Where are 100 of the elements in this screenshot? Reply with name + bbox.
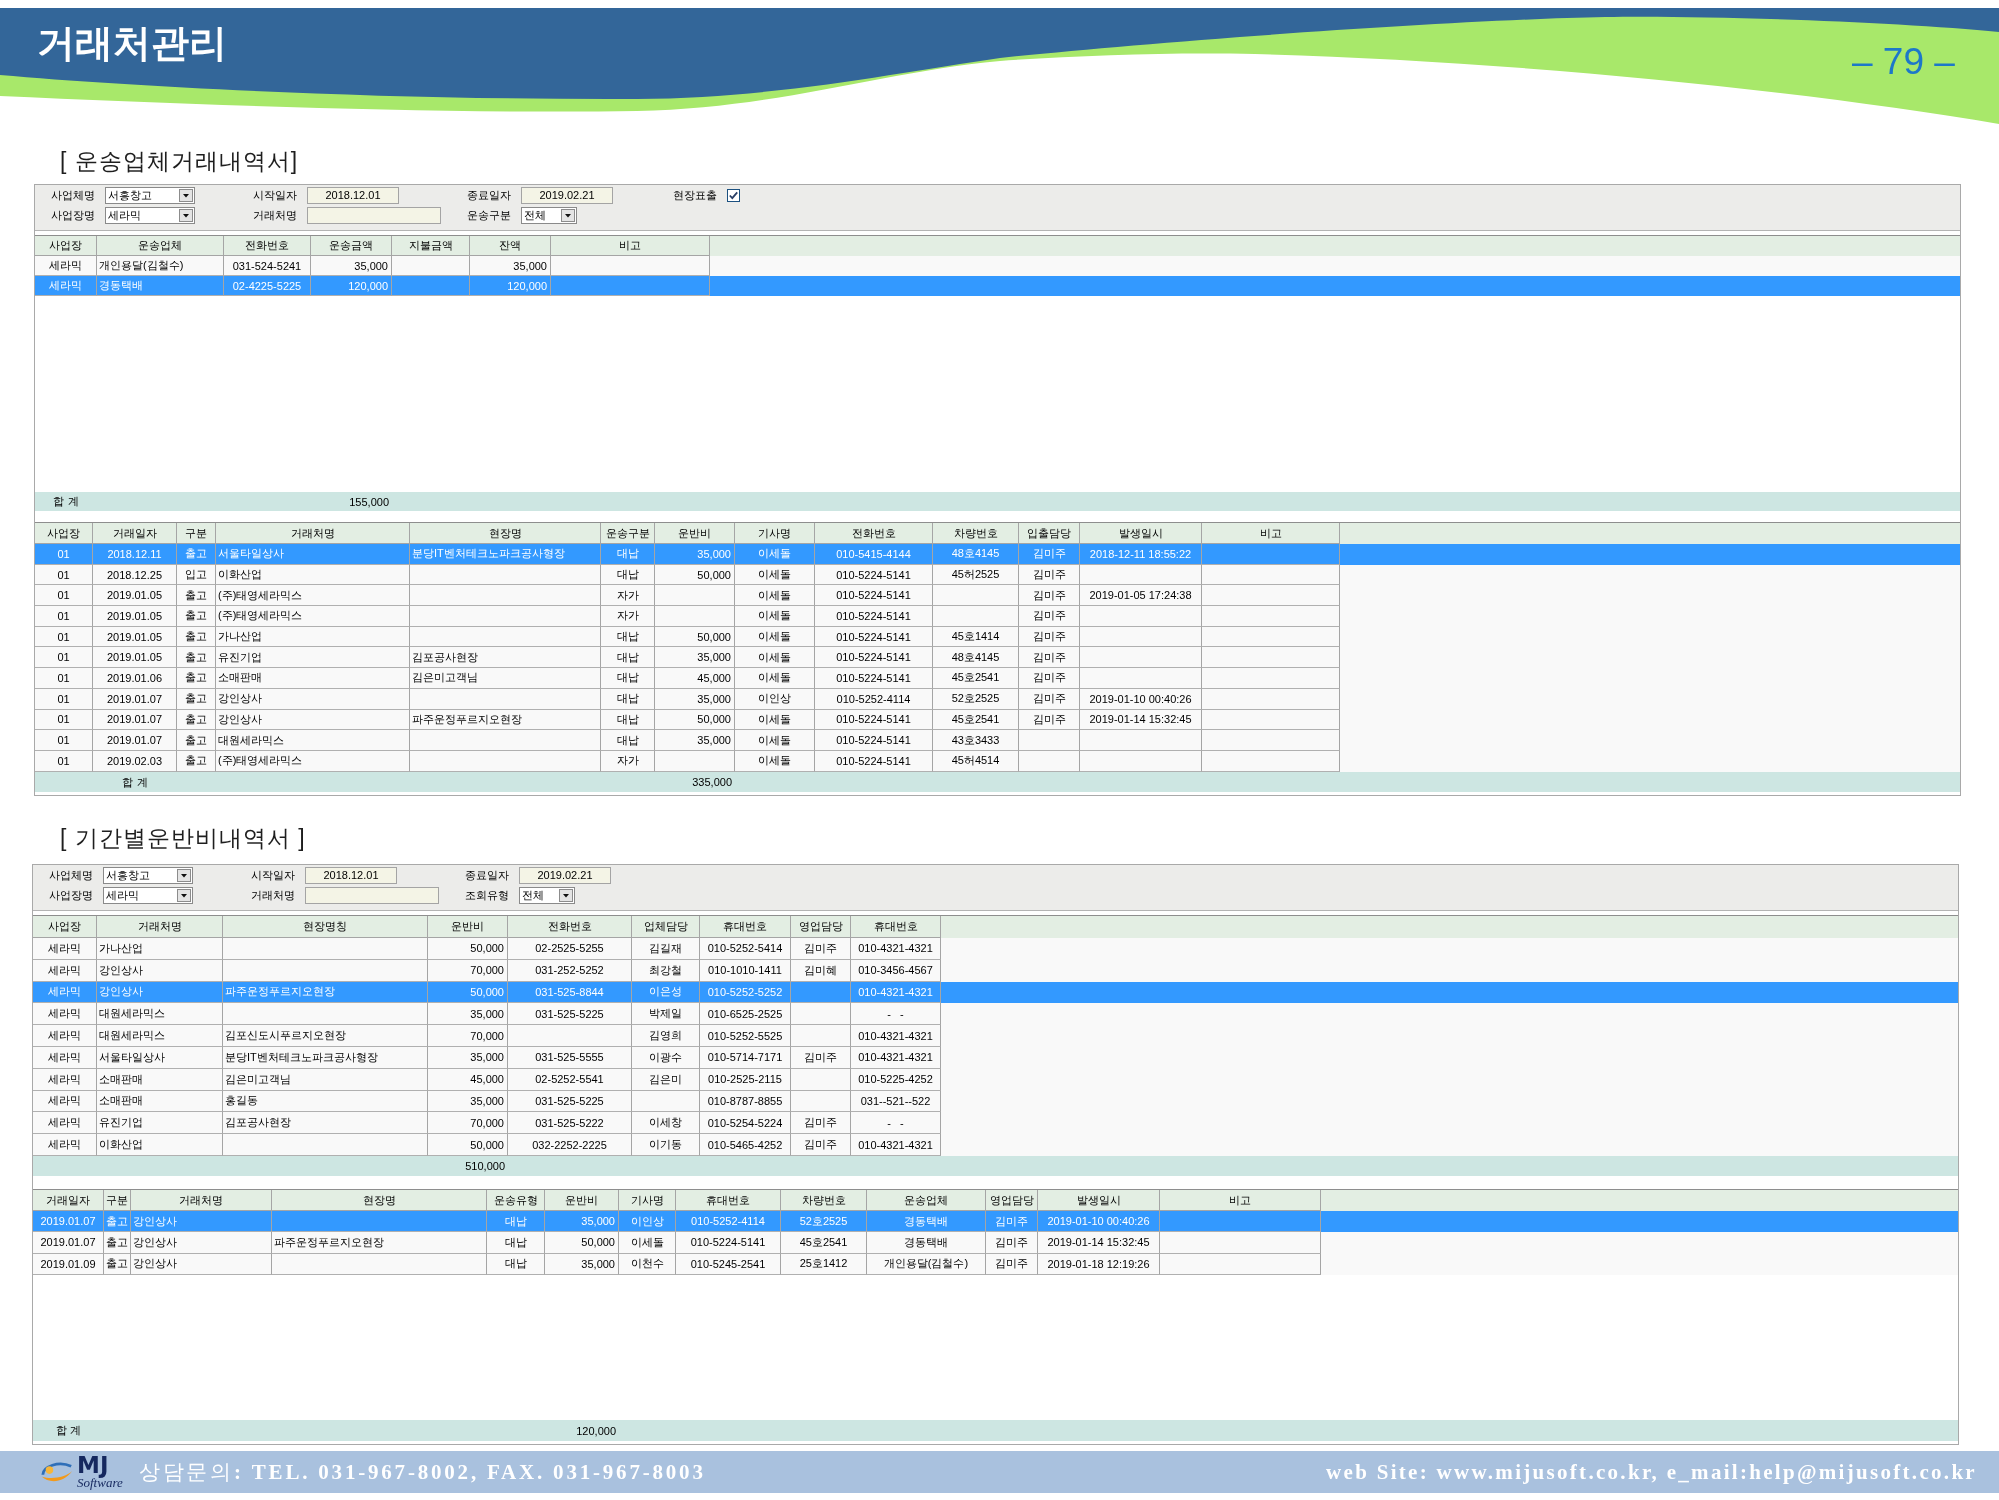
table-cell: 대납	[601, 730, 655, 751]
table-cell: 2019.01.07	[93, 688, 177, 710]
table-cell: 010-5465-4252	[700, 1134, 791, 1156]
total-cell-text: 합 계	[121, 774, 149, 790]
table-cell: 010-5415-4144	[815, 544, 933, 565]
table-cell: 2019-01-18 12:19:26	[1038, 1253, 1160, 1275]
table-cell: 2018-12-11 18:55:22	[1080, 544, 1202, 565]
table-cell: 01	[35, 606, 93, 627]
table-cell: 대원세라믹스	[216, 730, 410, 751]
table-row[interactable]: 세라믹 대원세라믹스 김포신도시푸르지오현장 70,000 김영희 010-5252-5525 010-4321-4321	[33, 1025, 1958, 1047]
date-field[interactable]: 2019.02.21	[521, 187, 613, 204]
table-cell: 소매판매	[97, 1068, 223, 1091]
table-cell: 35,000	[428, 1047, 508, 1069]
table-cell: 대납	[601, 688, 655, 710]
table-row[interactable]: 01 2019.01.07 출고 강인상사 대납 35,000 이인상 010-5252-4114 52호2525 김미주 2019-01-10 00:40:26	[35, 688, 1960, 710]
table-cell: 대납	[487, 1232, 545, 1254]
caret-icon[interactable]	[179, 209, 193, 222]
logo-text: MJ	[77, 1455, 110, 1476]
table-cell: 2019.01.07	[93, 730, 177, 751]
table-row[interactable]: 세라믹 서울타일상사 분당IT벤처테크노파크공사형장 35,000 031-525-5555 이광수 010-5714-7171 김미주 010-4321-4321	[33, 1047, 1958, 1069]
table-cell: 김미주	[1019, 688, 1080, 710]
dropdown[interactable]: 전체	[521, 207, 577, 224]
table-row[interactable]: 01 2019.01.06 출고 소매판매 김은미고객님 대납 45,000 이세돌 010-5224-5141 45호2541 김미주	[35, 668, 1960, 689]
table-cell: 서울타일상사	[97, 1047, 223, 1069]
table-cell: 2019.01.07	[33, 1232, 104, 1254]
table-row[interactable]: 01 2019.01.07 출고 대원세라믹스 대납 35,000 이세돌 010-5224-5141 43호3433	[35, 730, 1960, 751]
table-row[interactable]: 세라믹 대원세라믹스 35,000 031-525-5225 박제일 010-6525-2525 - -	[33, 1003, 1958, 1026]
table-cell: 김미주	[791, 1134, 851, 1156]
table-cell: 50,000	[545, 1232, 619, 1254]
table-row[interactable]: 세라믹 이화산업 50,000 032-2252-2225 이기동 010-5465-4252 김미주 010-4321-4321	[33, 1134, 1958, 1156]
table-cell: 김은미고객님	[223, 1068, 428, 1091]
table-cell: 출고	[104, 1253, 131, 1275]
table-cell: 세라믹	[33, 1025, 97, 1047]
table-row[interactable]: 01 2019.01.05 출고 유진기업 김포공사현장 대납 35,000 이세돌 010-5224-5141 48호4145 김미주	[35, 647, 1960, 669]
table-row[interactable]: 01 2018.12.25 입고 이화산업 대납 50,000 이세돌 010-5224-5141 45허2525 김미주	[35, 564, 1960, 586]
table-cell: 이천수	[619, 1253, 676, 1275]
input-field[interactable]	[305, 887, 439, 904]
table-cell: 이세돌	[619, 1232, 676, 1254]
filter-label: 현장표출	[673, 188, 718, 203]
input-field[interactable]	[307, 207, 441, 224]
checkbox[interactable]	[727, 189, 740, 202]
table-row[interactable]: 세라믹 유진기업 김포공사현장 70,000 031-525-5222 이세창 010-5254-5224 김미주 - -	[33, 1112, 1958, 1135]
total-cell-text: 120,000	[575, 1423, 617, 1439]
table-row[interactable]: 세라믹 가나산업 50,000 02-2525-5255 김길재 010-5252-5414 김미주 010-4321-4321	[33, 938, 1958, 960]
table-cell: 2018.12.11	[93, 544, 177, 565]
caret-icon[interactable]	[177, 869, 191, 882]
table-row[interactable]: 세라믹 소매판매 김은미고객님 45,000 02-5252-5541 김은미 010-2525-2115 010-5225-4252	[33, 1068, 1958, 1091]
table-cell: 031-525-5555	[508, 1047, 632, 1069]
table-cell: 010-4321-4321	[851, 1047, 941, 1069]
filter-label: 거래처명	[253, 208, 298, 223]
caret-icon[interactable]	[559, 889, 573, 902]
filter-label: 사업장명	[51, 208, 96, 223]
dropdown[interactable]: 서흥창고	[105, 187, 195, 204]
table-row[interactable]: 세라믹 개인용달(김철수) 031-524-5241 35,000 35,000	[35, 256, 1960, 276]
table-row[interactable]: 2019.01.09 출고 강인상사 대납 35,000 이천수 010-5245-2541 25호1412 개인용달(김철수) 김미주 2019-01-18 12:19:26	[33, 1253, 1958, 1275]
table-row[interactable]: 2019.01.07 출고 강인상사 파주운정푸르지오현장 대납 50,000 이세돌 010-5224-5141 45호2541 경동택배 김미주 2019-01-14 15:32:45	[33, 1232, 1958, 1254]
table-row[interactable]: 세라믹 소매판매 홍길동 35,000 031-525-5225 010-8787-8855 031--521--522	[33, 1090, 1958, 1113]
table-cell: 자가	[601, 750, 655, 772]
table-cell: 032-2252-2225	[508, 1134, 632, 1156]
table-cell: 김은미	[632, 1068, 700, 1091]
table-row[interactable]: 세라믹 강인상사 70,000 031-252-5252 최강철 010-1010-1411 김미혜 010-3456-4567	[33, 959, 1958, 982]
dropdown[interactable]: 전체	[519, 887, 575, 904]
table-cell: 2019.01.05	[93, 606, 177, 627]
dropdown[interactable]: 세라믹	[103, 887, 193, 904]
table-cell: 강인상사	[216, 688, 410, 710]
table-row[interactable]: 01 2019.01.07 출고 강인상사 파주운정푸르지오현장 대납 50,000 이세돌 010-5224-5141 45호2541 김미주 2019-01-14 15:32:45	[35, 709, 1960, 731]
date-field[interactable]: 2018.12.01	[305, 867, 397, 884]
table-cell: 35,000	[655, 688, 735, 710]
contact-text: 상담문의: TEL. 031-967-8002, FAX. 031-967-8003	[138, 1459, 706, 1486]
table-cell: 김미혜	[791, 959, 851, 982]
table-cell: 02-2525-5255	[508, 938, 632, 960]
date-field[interactable]: 2018.12.01	[307, 187, 399, 204]
table-cell: 대납	[601, 544, 655, 565]
table-cell: 김영희	[632, 1025, 700, 1047]
filter-label: 사업체명	[49, 868, 94, 883]
filter-label: 사업체명	[51, 188, 96, 203]
table-cell: 010-5714-7171	[700, 1047, 791, 1069]
table-row[interactable]: 01 2019.01.05 출고 (주)태영세라믹스 자가 이세돌 010-5224-5141 김미주 2019-01-05 17:24:38	[35, 585, 1960, 607]
dropdown[interactable]: 세라믹	[105, 207, 195, 224]
filter-label: 종료일자	[465, 868, 510, 883]
table-row[interactable]: 01 2019.02.03 출고 (주)태영세라믹스 자가 이세돌 010-5224-5141 45허4514	[35, 750, 1960, 772]
caret-icon[interactable]	[177, 889, 191, 902]
caret-icon[interactable]	[561, 209, 575, 222]
table-cell: 45호2541	[933, 668, 1019, 689]
section-title: [ 운송업체거래내역서]	[60, 147, 299, 176]
table-cell: 출고	[177, 544, 216, 565]
caret-icon[interactable]	[179, 189, 193, 202]
table-row[interactable]: 01 2019.01.05 출고 (주)태영세라믹스 자가 이세돌 010-5224-5141 김미주	[35, 606, 1960, 627]
table-cell: 이세돌	[735, 730, 815, 751]
table-cell: 010-1010-1411	[700, 959, 791, 982]
table-cell: 2019.02.03	[93, 750, 177, 772]
filter-label: 사업장명	[49, 888, 94, 903]
table-row[interactable]: 01 2019.01.05 출고 가나산업 대납 50,000 이세돌 010-5224-5141 45호1414 김미주	[35, 626, 1960, 648]
filter-label: 시작일자	[251, 868, 296, 883]
table-cell: 35,000	[545, 1253, 619, 1275]
table-cell: 김은미고객님	[410, 668, 601, 689]
dropdown[interactable]: 서흥창고	[103, 867, 193, 884]
date-field[interactable]: 2019.02.21	[519, 867, 611, 884]
table-cell: 이인상	[735, 688, 815, 710]
table-cell: 김미주	[791, 1047, 851, 1069]
